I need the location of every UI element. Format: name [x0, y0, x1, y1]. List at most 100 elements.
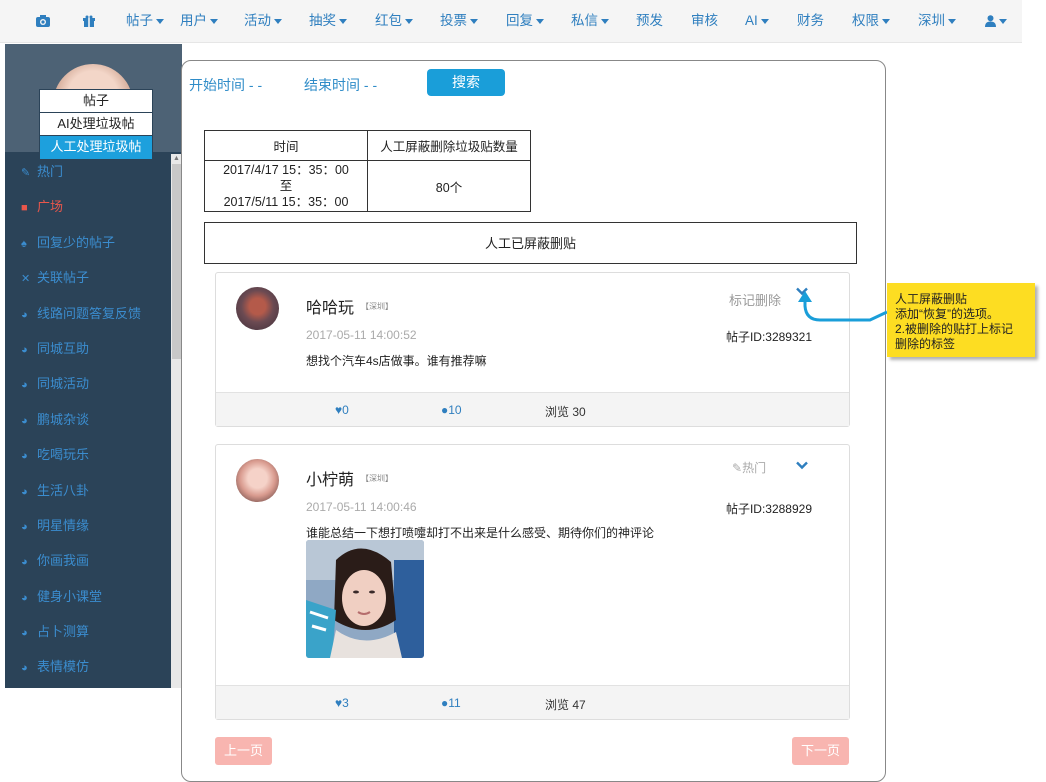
chevron-down-icon [536, 18, 544, 24]
search-button[interactable]: 搜索 [427, 69, 505, 96]
sidebar-item-fitness[interactable]: ◕ 健身小课堂 [5, 579, 171, 614]
prev-page-button[interactable]: 上一页 [215, 737, 272, 765]
sidebar-item-emoji[interactable]: ◕ 表情模仿 [5, 649, 171, 684]
nav-user-menu[interactable] [985, 0, 1007, 42]
post-footer: ♥3 ●11 浏览 47 [216, 685, 849, 719]
fire-icon: ✎ [732, 461, 743, 475]
chevron-down-icon [405, 18, 413, 24]
post-content: 想找个汽车4s店做事。谁有推荐嘛 [306, 354, 487, 368]
nav-activities[interactable]: 活动 [244, 0, 282, 42]
nav-prerelease[interactable]: 预发 [636, 0, 663, 42]
dashboard-icon: ◕ [21, 556, 28, 569]
nav-review[interactable]: 审核 [691, 0, 718, 42]
dashboard-icon: ◕ [21, 662, 28, 675]
chevron-down-icon [760, 18, 769, 24]
sidebar-item-draw[interactable]: ◕ 你画我画 [5, 543, 171, 578]
chevron-down-icon [156, 18, 164, 24]
post-author[interactable]: 哈哈玩 [306, 294, 354, 318]
sidebar-item-few-replies[interactable]: ♠ 回复少的帖子 [5, 225, 171, 260]
dashboard-icon: ◕ [21, 450, 28, 463]
post-author[interactable]: 小柠萌 [306, 466, 354, 490]
nav-posts[interactable]: 帖子 [126, 0, 164, 42]
post-time: 2017-05-11 14:00:52 [306, 328, 417, 342]
nav-finance[interactable]: 财务 [797, 0, 824, 42]
stats-col-time: 时间 [204, 130, 368, 161]
like-button[interactable]: ♥0 [335, 403, 349, 417]
bell-icon: ♠ [21, 237, 27, 250]
sidebar: zhujie ✎热门 ■广场 ♠回复少的帖子 ✕关联帖子 ◕线路问题答复反馈 ◕… [5, 44, 182, 688]
post-id: 帖子ID:3288929 [725, 502, 812, 516]
main-panel: 开始时间 - - 结束时间 - - 搜索 时间 人工屏蔽删除垃圾贴数量 2017… [181, 60, 886, 782]
chevron-down-icon [948, 18, 956, 24]
sidebar-item-divination[interactable]: ◕ 占卜测算 [5, 614, 171, 649]
avatar[interactable] [236, 459, 279, 502]
dashboard-icon: ◕ [21, 414, 28, 427]
sidebar-item-city-help[interactable]: ◕ 同城互助 [5, 331, 171, 366]
nav-gift[interactable] [83, 0, 95, 42]
dashboard-icon: ◕ [21, 308, 28, 321]
posts-dropdown: 帖子 AI处理垃圾帖 人工处理垃圾帖 [39, 89, 153, 160]
dashboard-icon: ◕ [21, 343, 28, 356]
end-time-filter[interactable]: 结束时间 - - [304, 75, 377, 95]
comment-button[interactable]: ●10 [441, 403, 462, 417]
chevron-down-icon [999, 18, 1007, 24]
nav-city[interactable]: 深圳 [918, 0, 956, 42]
dropdown-item-manual-spam[interactable]: 人工处理垃圾帖 [40, 136, 152, 159]
gift-icon [83, 15, 95, 28]
chevron-down-icon [601, 18, 609, 24]
next-page-button[interactable]: 下一页 [792, 737, 849, 765]
dropdown-item-posts[interactable]: 帖子 [40, 90, 152, 113]
sidebar-item-city-events[interactable]: ◕ 同城活动 [5, 366, 171, 401]
hot-tag[interactable]: ✎热门 [732, 459, 766, 476]
nav-camera[interactable] [36, 0, 50, 42]
user-icon [985, 15, 996, 28]
sidebar-item-square[interactable]: ■ 广场 [5, 189, 171, 224]
post-card: 哈哈玩 【深圳】 2017-05-11 14:00:52 帖子ID:328932… [215, 272, 850, 427]
sidebar-item-related[interactable]: ✕ 关联帖子 [5, 260, 171, 295]
view-count: 浏览 30 [545, 405, 586, 419]
stats-col-count: 人工屏蔽删除垃圾贴数量 [367, 130, 531, 161]
nav-ai[interactable]: AI [745, 0, 769, 42]
sidebar-item-route-feedback[interactable]: ◕ 线路问题答复反馈 [5, 296, 171, 331]
fire-icon: ✎ [21, 167, 31, 179]
dashboard-icon: ◕ [21, 627, 28, 640]
post-time: 2017-05-11 14:00:46 [306, 500, 417, 514]
nav-lottery[interactable]: 抽奖 [309, 0, 347, 42]
avatar[interactable] [236, 287, 279, 330]
comment-button[interactable]: ●11 [441, 696, 461, 710]
view-count: 浏览 47 [545, 698, 586, 712]
sidebar-item-gossip[interactable]: ◕ 生活八卦 [5, 473, 171, 508]
mark-deleted-tag[interactable]: 标记删除 [729, 290, 781, 309]
section-title: 人工已屏蔽删贴 [204, 222, 857, 264]
annotation-arrow [798, 291, 888, 322]
post-location: 【深圳】 [361, 302, 393, 311]
nav-redpacket[interactable]: 红包 [375, 0, 413, 42]
annotation-note: 人工屏蔽删贴 添加“恢复”的选项。 2.被删除的贴打上标记 删除的标签 [887, 283, 1035, 357]
nav-permissions[interactable]: 权限 [852, 0, 890, 42]
like-button[interactable]: ♥3 [335, 696, 349, 710]
nav-replies[interactable]: 回复 [506, 0, 544, 42]
top-nav: 帖子 用户 活动 抽奖 红包 投票 回复 私信 预发 审核 AI 财务 权限 深… [0, 0, 1022, 43]
dropdown-item-ai-spam[interactable]: AI处理垃圾帖 [40, 113, 152, 136]
dashboard-icon: ◕ [21, 485, 28, 498]
post-card: 小柠萌 【深圳】 2017-05-11 14:00:46 帖子ID:328892… [215, 444, 850, 720]
nav-users[interactable]: 用户 [180, 0, 218, 42]
side-menu: ✎ 热门 ■ 广场 ♠ 回复少的帖子 ✕ 关联帖子 ◕ 线路问题答复反馈 ◕ 同城互助 ◕ 同… [5, 154, 171, 685]
post-location: 【深圳】 [361, 474, 393, 483]
post-footer: ♥0 ●10 浏览 30 [216, 392, 849, 426]
chevron-down-icon [470, 18, 478, 24]
scrollbar-thumb[interactable] [172, 164, 181, 359]
chevron-down-icon[interactable] [796, 459, 808, 473]
sidebar-item-talk[interactable]: ◕ 鹏城杂谈 [5, 402, 171, 437]
stats-count: 80个 [367, 160, 531, 212]
post-id: 帖子ID:3289321 [725, 330, 812, 344]
scroll-up-icon[interactable]: ▲ [173, 155, 180, 162]
nav-messages[interactable]: 私信 [571, 0, 609, 42]
sidebar-item-stars[interactable]: ◕ 明星情缘 [5, 508, 171, 543]
start-time-filter[interactable]: 开始时间 - - [189, 75, 262, 95]
sidebar-item-food[interactable]: ◕ 吃喝玩乐 [5, 437, 171, 472]
stats-time-range: 2017/4/17 15：35：00 至 2017/5/11 15：35：00 [204, 160, 368, 212]
chevron-down-icon [210, 18, 218, 24]
nav-vote[interactable]: 投票 [440, 0, 478, 42]
post-image[interactable] [306, 540, 424, 658]
